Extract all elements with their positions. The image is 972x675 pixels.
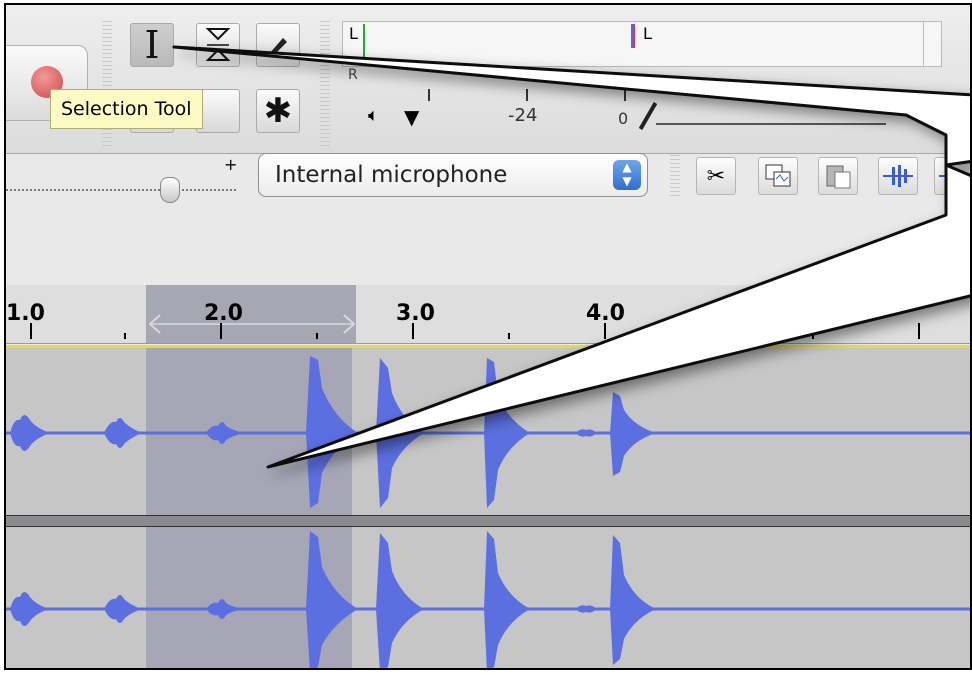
tooltip: Selection Tool — [50, 89, 203, 129]
tooltip-text: Selection Tool — [61, 98, 192, 120]
screenshot-frame: I ⌕ ✱ L L R 🔈︎ ▼ -24 0 — [4, 3, 972, 670]
